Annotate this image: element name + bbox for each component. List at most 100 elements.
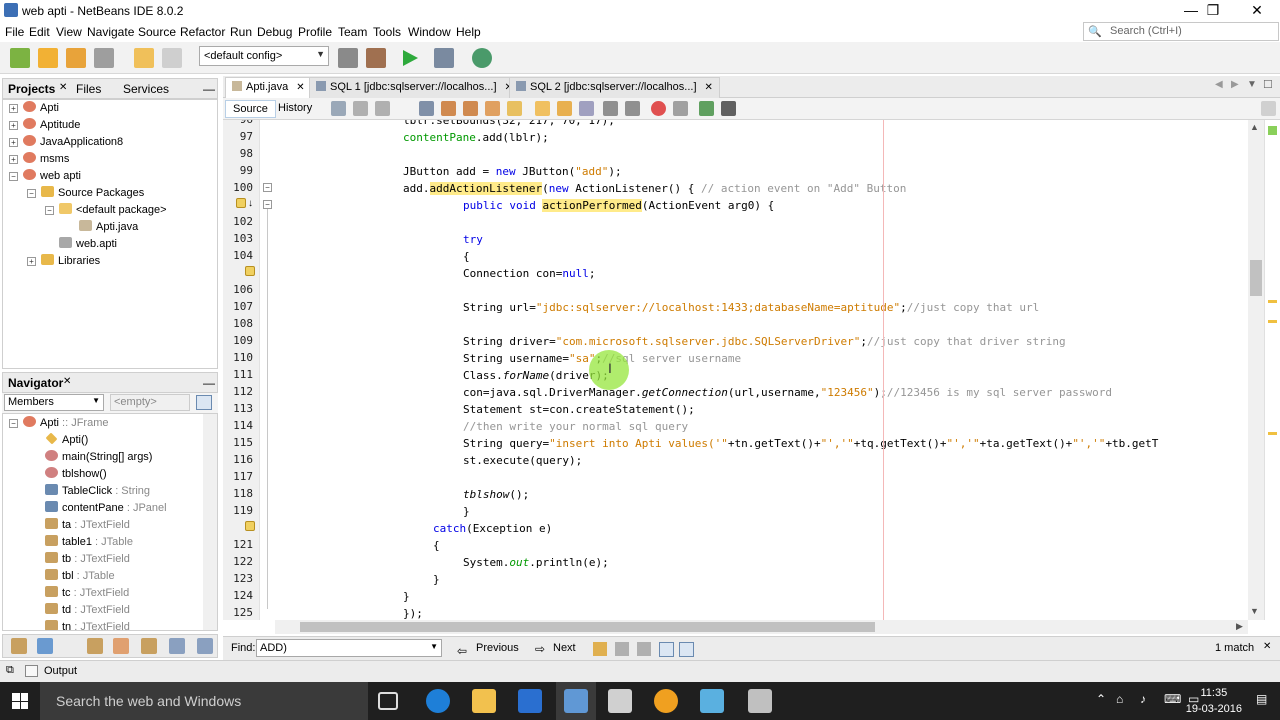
prev-bookmark-icon[interactable] <box>535 101 550 116</box>
stop-macro-icon[interactable] <box>673 101 688 116</box>
tree-item-aptitude[interactable]: Aptitude <box>23 117 80 133</box>
navigator-scrollbar[interactable] <box>203 414 217 630</box>
config-select[interactable]: <default config> ▼ <box>199 46 329 66</box>
volume-icon[interactable]: ♪ <box>1140 692 1146 706</box>
taskbar-clock[interactable]: 11:35 19-03-2016 <box>1186 685 1242 717</box>
scroll-left-icon[interactable]: ◀ <box>1215 79 1223 90</box>
nav-item[interactable]: ta : JTextField <box>45 517 130 533</box>
nav-item[interactable]: TableClick : String <box>45 483 150 499</box>
warning-mark[interactable] <box>1268 432 1277 435</box>
close-icon[interactable]: ✕ <box>59 82 67 93</box>
tree-item-apti-java[interactable]: Apti.java <box>79 219 138 235</box>
horizontal-scroll-thumb[interactable] <box>300 622 875 632</box>
nav-item[interactable]: tc : JTextField <box>45 585 129 601</box>
filter-icon[interactable] <box>37 638 53 654</box>
hint-bulb-icon[interactable] <box>245 521 255 531</box>
filter-icon[interactable] <box>11 638 27 654</box>
tree-item-libraries[interactable]: Libraries <box>41 253 100 269</box>
uncomment-icon[interactable] <box>721 101 736 116</box>
tree-item-javaapplication8[interactable]: JavaApplication8 <box>23 134 123 150</box>
tab-services[interactable]: Services <box>123 82 169 96</box>
menu-view[interactable]: View <box>56 25 82 39</box>
tab-apti-java[interactable]: Apti.java ✕ <box>225 77 312 98</box>
tab-source[interactable]: Source <box>225 100 276 118</box>
warning-icon[interactable] <box>236 198 246 208</box>
nav-item[interactable]: table1 : JTable <box>45 534 133 550</box>
toggle-rect-icon[interactable] <box>507 101 522 116</box>
network-icon[interactable]: ⌂ <box>1116 692 1123 706</box>
warning-mark[interactable] <box>1268 300 1277 303</box>
menu-debug[interactable]: Debug <box>257 25 292 39</box>
tab-navigator[interactable]: Navigator <box>8 376 63 390</box>
taskbar-search[interactable]: Search the web and Windows <box>40 682 368 720</box>
close-icon[interactable]: ✕ <box>705 82 713 93</box>
minimize-panel-icon[interactable]: — <box>203 82 215 96</box>
tree-item-web-apti-file[interactable]: web.apti <box>59 236 117 252</box>
profile-icon[interactable] <box>472 48 492 68</box>
app-icon[interactable] <box>748 689 772 713</box>
action-center-icon[interactable]: ▤ <box>1256 692 1267 706</box>
redo-icon[interactable] <box>162 48 182 68</box>
filter-icon[interactable] <box>113 638 129 654</box>
scroll-right-icon[interactable]: ▶ <box>1236 621 1243 632</box>
clean-build-icon[interactable] <box>366 48 386 68</box>
toggle-bookmark-icon[interactable] <box>579 101 594 116</box>
menu-team[interactable]: Team <box>338 25 367 39</box>
menu-window[interactable]: Window <box>408 25 451 39</box>
app-icon[interactable] <box>700 689 724 713</box>
highlight-results-icon[interactable] <box>659 642 674 657</box>
undo-icon[interactable] <box>134 48 154 68</box>
expand-icon[interactable]: + <box>9 121 18 130</box>
windows-start-icon[interactable] <box>12 693 28 709</box>
search-box[interactable]: 🔍 Search (Ctrl+I) <box>1083 22 1279 41</box>
find-previous-button[interactable]: Previous <box>476 642 519 654</box>
tab-list-icon[interactable]: ▼ <box>1247 79 1257 90</box>
menu-navigate[interactable]: Navigate <box>87 25 134 39</box>
shift-left-icon[interactable] <box>603 101 618 116</box>
expand-icon[interactable]: + <box>27 257 36 266</box>
tab-history[interactable]: History <box>271 100 319 118</box>
save-all-icon[interactable] <box>94 48 114 68</box>
output-tab[interactable]: Output <box>44 665 77 677</box>
fold-collapse-icon[interactable]: − <box>263 183 272 192</box>
debug-icon[interactable] <box>434 48 454 68</box>
find-previous-icon[interactable] <box>441 101 456 116</box>
warning-mark[interactable] <box>1268 320 1277 323</box>
search-input[interactable]: Search (Ctrl+I) <box>1110 25 1182 37</box>
store-icon[interactable] <box>518 689 542 713</box>
forward-icon[interactable] <box>375 101 390 116</box>
nav-item[interactable]: td : JTextField <box>45 602 130 618</box>
hint-bulb-icon[interactable] <box>245 266 255 276</box>
members-select[interactable]: Members ▼ <box>4 394 104 411</box>
find-previous-icon[interactable]: ⇦ <box>457 644 467 658</box>
next-bookmark-icon[interactable] <box>557 101 572 116</box>
menu-profile[interactable]: Profile <box>298 25 332 39</box>
collapse-icon[interactable]: − <box>27 189 36 198</box>
new-project-icon[interactable] <box>38 48 58 68</box>
regex-icon[interactable] <box>637 642 651 656</box>
expand-icon[interactable]: + <box>9 155 18 164</box>
code-editor[interactable]: lblr.setBounds(32, 217, 70, 17); content… <box>275 120 1248 620</box>
tree-item-web-apti[interactable]: web apti <box>23 168 81 184</box>
close-find-icon[interactable]: ✕ <box>1263 641 1271 652</box>
match-case-icon[interactable] <box>593 642 607 656</box>
last-edit-icon[interactable] <box>331 101 346 116</box>
find-icon[interactable] <box>419 101 434 116</box>
collapse-icon[interactable]: − <box>45 206 54 215</box>
menu-run[interactable]: Run <box>230 25 252 39</box>
navigator-options-icon[interactable] <box>196 395 212 410</box>
comment-icon[interactable] <box>699 101 714 116</box>
minimize-panel-icon[interactable]: — <box>203 376 215 390</box>
menu-file[interactable]: File <box>5 25 24 39</box>
app-icon[interactable] <box>608 689 632 713</box>
nav-item[interactable]: Apti() <box>45 432 88 448</box>
find-input[interactable]: ADD) ▼ <box>256 639 442 657</box>
empty-select[interactable]: <empty> <box>110 394 190 411</box>
tree-item-default-package[interactable]: <default package> <box>59 202 167 218</box>
build-icon[interactable] <box>338 48 358 68</box>
window-restore-icon[interactable]: ⧉ <box>6 664 14 677</box>
expand-icon[interactable]: + <box>9 138 18 147</box>
fold-collapse-icon[interactable]: − <box>263 200 272 209</box>
toggle-highlight-icon[interactable] <box>485 101 500 116</box>
file-explorer-icon[interactable] <box>472 689 496 713</box>
